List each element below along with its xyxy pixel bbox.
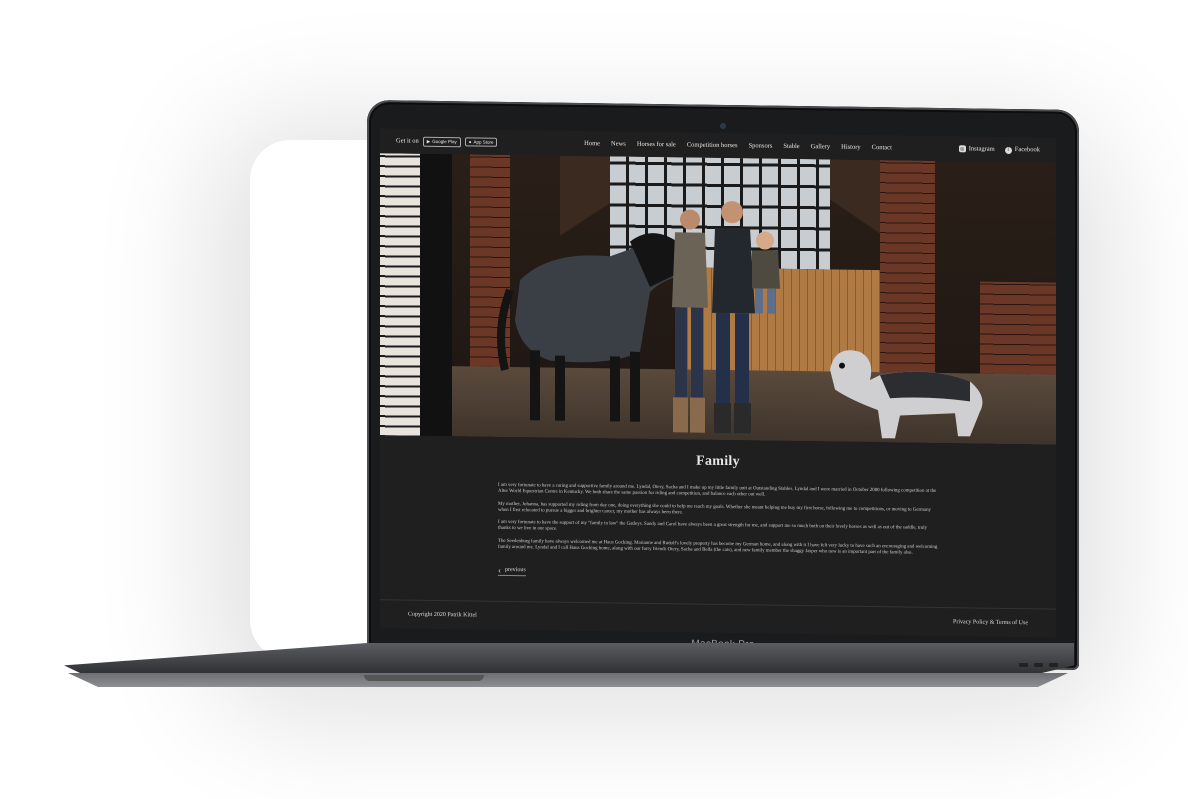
usb-ports bbox=[1019, 663, 1058, 667]
nav-link-stable[interactable]: Stable bbox=[783, 143, 799, 150]
app-store-label: App Store bbox=[473, 139, 494, 145]
laptop-lid: Get it on ▶ Google Play ● App Store Home… bbox=[367, 100, 1079, 670]
paragraph-mother: My mother, Johanna, has supported my rid… bbox=[498, 501, 931, 516]
previous-label: previous bbox=[505, 567, 526, 574]
lid-notch bbox=[364, 675, 484, 681]
previous-link[interactable]: ‹ previous bbox=[498, 565, 526, 577]
laptop-screen: Get it on ▶ Google Play ● App Store Home… bbox=[380, 128, 1056, 638]
facebook-link[interactable]: f Facebook bbox=[1004, 145, 1040, 154]
copyright-text: Copyright 2020 Patrik Kittel bbox=[408, 611, 477, 619]
keyboard-deck bbox=[64, 643, 1074, 675]
page-title: Family bbox=[696, 453, 740, 470]
main-content: Family I am very fortunate to have a car… bbox=[380, 435, 1056, 586]
app-store-button[interactable]: ● App Store bbox=[464, 137, 498, 147]
google-play-label: Google Play bbox=[432, 138, 457, 145]
google-play-button[interactable]: ▶ Google Play bbox=[422, 136, 461, 147]
dog-figure bbox=[830, 350, 983, 439]
app-download-group: Get it on ▶ Google Play ● App Store bbox=[396, 136, 536, 148]
nav-link-news[interactable]: News bbox=[611, 140, 626, 147]
nav-link-competition-horses[interactable]: Competition horses bbox=[687, 141, 738, 149]
main-menu: Home News Horses for sale Competition ho… bbox=[536, 139, 940, 152]
facebook-label: Facebook bbox=[1014, 145, 1040, 153]
laptop-base bbox=[64, 643, 1074, 695]
nav-link-contact[interactable]: Contact bbox=[872, 144, 892, 151]
instagram-link[interactable]: ◎ Instagram bbox=[958, 145, 995, 153]
paragraph-family-intro: I am very fortunate to have a caring and… bbox=[498, 482, 937, 498]
nav-link-home[interactable]: Home bbox=[584, 140, 600, 147]
nav-link-horses-for-sale[interactable]: Horses for sale bbox=[637, 141, 676, 149]
chevron-left-icon: ‹ bbox=[498, 565, 501, 576]
hero-photo bbox=[380, 153, 1056, 445]
nav-link-history[interactable]: History bbox=[841, 144, 861, 151]
play-icon: ▶ bbox=[426, 138, 431, 144]
site-footer: Copyright 2020 Patrik Kittel Privacy Pol… bbox=[380, 599, 1056, 638]
apple-icon: ● bbox=[468, 139, 472, 145]
nav-link-sponsors[interactable]: Sponsors bbox=[749, 142, 773, 149]
get-it-on-label: Get it on bbox=[396, 137, 419, 145]
legal-link[interactable]: Privacy Policy & Terms of Use bbox=[953, 619, 1028, 626]
instagram-icon: ◎ bbox=[958, 145, 966, 153]
base-edge bbox=[68, 673, 1068, 687]
social-links: ◎ Instagram f Facebook bbox=[940, 145, 1040, 154]
paragraph-in-laws: I am very fortunate to have the support … bbox=[498, 520, 928, 533]
nav-link-gallery[interactable]: Gallery bbox=[811, 143, 831, 150]
white-brick-pillar bbox=[380, 153, 420, 436]
camera-icon bbox=[720, 122, 726, 130]
paragraph-haus-gocking: The Seedenburg family have always welcom… bbox=[498, 538, 938, 556]
dark-doorway bbox=[420, 153, 452, 437]
family-figures bbox=[672, 201, 780, 434]
facebook-icon: f bbox=[1004, 146, 1012, 154]
instagram-label: Instagram bbox=[968, 145, 995, 153]
